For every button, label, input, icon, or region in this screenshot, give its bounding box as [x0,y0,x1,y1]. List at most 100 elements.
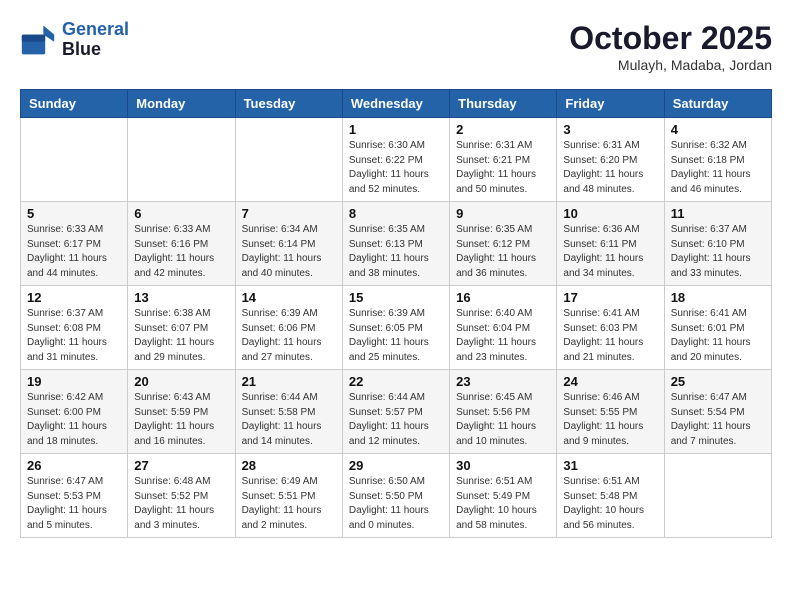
page-header: General Blue October 2025 Mulayh, Madaba… [20,20,772,73]
calendar-cell: 11 Sunrise: 6:37 AM Sunset: 6:10 PM Dayli… [664,202,771,286]
calendar-cell: 3 Sunrise: 6:31 AM Sunset: 6:20 PM Daylig… [557,118,664,202]
day-number: 8 [349,206,443,221]
logo-text: General Blue [62,20,129,60]
day-number: 31 [563,458,657,473]
day-info: Sunrise: 6:41 AM Sunset: 6:01 PM Dayligh… [671,307,765,365]
logo-icon [20,22,56,58]
logo-line1: General [62,19,129,39]
logo: General Blue [20,20,129,60]
day-number: 3 [563,122,657,137]
day-info: Sunrise: 6:31 AM Sunset: 6:20 PM Dayligh… [563,139,657,197]
day-number: 10 [563,206,657,221]
calendar-cell: 13 Sunrise: 6:38 AM Sunset: 6:07 PM Dayli… [128,286,235,370]
day-info: Sunrise: 6:47 AM Sunset: 5:53 PM Dayligh… [27,475,121,533]
day-info: Sunrise: 6:33 AM Sunset: 6:17 PM Dayligh… [27,223,121,281]
day-number: 17 [563,290,657,305]
day-info: Sunrise: 6:51 AM Sunset: 5:49 PM Dayligh… [456,475,550,533]
col-header-sunday: Sunday [21,90,128,118]
day-number: 14 [242,290,336,305]
title-block: October 2025 Mulayh, Madaba, Jordan [569,20,772,73]
calendar-cell: 28Sunrise: 6:49 AM Sunset: 5:51 PM Dayli… [235,454,342,538]
day-info: Sunrise: 6:36 AM Sunset: 6:11 PM Dayligh… [563,223,657,281]
calendar-cell: 23Sunrise: 6:45 AM Sunset: 5:56 PM Dayli… [450,370,557,454]
day-info: Sunrise: 6:32 AM Sunset: 6:18 PM Dayligh… [671,139,765,197]
day-info: Sunrise: 6:44 AM Sunset: 5:58 PM Dayligh… [242,391,336,449]
day-info: Sunrise: 6:42 AM Sunset: 6:00 PM Dayligh… [27,391,121,449]
calendar-week-row: 19 Sunrise: 6:42 AM Sunset: 6:00 PM Dayli… [21,370,772,454]
day-info: Sunrise: 6:40 AM Sunset: 6:04 PM Dayligh… [456,307,550,365]
day-number: 16 [456,290,550,305]
day-number: 25 [671,374,765,389]
calendar-cell: 20 Sunrise: 6:43 AM Sunset: 5:59 PM Dayli… [128,370,235,454]
day-info: Sunrise: 6:35 AM Sunset: 6:12 PM Dayligh… [456,223,550,281]
calendar-cell: 2 Sunrise: 6:31 AM Sunset: 6:21 PM Daylig… [450,118,557,202]
calendar-cell: 6Sunrise: 6:33 AM Sunset: 6:16 PM Daylig… [128,202,235,286]
col-header-wednesday: Wednesday [342,90,449,118]
logo-line2: Blue [62,40,129,60]
day-number: 27 [134,458,228,473]
calendar-cell: 30 Sunrise: 6:51 AM Sunset: 5:49 PM Dayli… [450,454,557,538]
day-number: 20 [134,374,228,389]
calendar-cell [128,118,235,202]
calendar-week-row: 26 Sunrise: 6:47 AM Sunset: 5:53 PM Dayli… [21,454,772,538]
day-info: Sunrise: 6:31 AM Sunset: 6:21 PM Dayligh… [456,139,550,197]
day-info: Sunrise: 6:49 AM Sunset: 5:51 PM Dayligh… [242,475,336,533]
calendar-cell: 8Sunrise: 6:35 AM Sunset: 6:13 PM Daylig… [342,202,449,286]
month-title: October 2025 [569,20,772,57]
calendar-cell: 18 Sunrise: 6:41 AM Sunset: 6:01 PM Dayli… [664,286,771,370]
day-number: 11 [671,206,765,221]
calendar-week-row: 5Sunrise: 6:33 AM Sunset: 6:17 PM Daylig… [21,202,772,286]
day-info: Sunrise: 6:45 AM Sunset: 5:56 PM Dayligh… [456,391,550,449]
day-info: Sunrise: 6:30 AM Sunset: 6:22 PM Dayligh… [349,139,443,197]
day-number: 21 [242,374,336,389]
calendar-cell: 4 Sunrise: 6:32 AM Sunset: 6:18 PM Daylig… [664,118,771,202]
calendar-cell [235,118,342,202]
col-header-monday: Monday [128,90,235,118]
col-header-tuesday: Tuesday [235,90,342,118]
calendar-cell: 14 Sunrise: 6:39 AM Sunset: 6:06 PM Dayli… [235,286,342,370]
calendar-cell: 7Sunrise: 6:34 AM Sunset: 6:14 PM Daylig… [235,202,342,286]
calendar-cell: 24Sunrise: 6:46 AM Sunset: 5:55 PM Dayli… [557,370,664,454]
day-number: 12 [27,290,121,305]
day-number: 15 [349,290,443,305]
day-info: Sunrise: 6:50 AM Sunset: 5:50 PM Dayligh… [349,475,443,533]
day-number: 9 [456,206,550,221]
calendar-cell: 5Sunrise: 6:33 AM Sunset: 6:17 PM Daylig… [21,202,128,286]
calendar-table: SundayMondayTuesdayWednesdayThursdayFrid… [20,89,772,538]
calendar-cell: 9 Sunrise: 6:35 AM Sunset: 6:12 PM Daylig… [450,202,557,286]
day-info: Sunrise: 6:43 AM Sunset: 5:59 PM Dayligh… [134,391,228,449]
day-number: 2 [456,122,550,137]
calendar-cell: 12 Sunrise: 6:37 AM Sunset: 6:08 PM Dayli… [21,286,128,370]
day-info: Sunrise: 6:37 AM Sunset: 6:10 PM Dayligh… [671,223,765,281]
day-number: 30 [456,458,550,473]
calendar-cell: 29Sunrise: 6:50 AM Sunset: 5:50 PM Dayli… [342,454,449,538]
calendar-cell: 15 Sunrise: 6:39 AM Sunset: 6:05 PM Dayli… [342,286,449,370]
location-subtitle: Mulayh, Madaba, Jordan [569,57,772,73]
day-number: 26 [27,458,121,473]
day-info: Sunrise: 6:39 AM Sunset: 6:06 PM Dayligh… [242,307,336,365]
day-info: Sunrise: 6:41 AM Sunset: 6:03 PM Dayligh… [563,307,657,365]
day-info: Sunrise: 6:33 AM Sunset: 6:16 PM Dayligh… [134,223,228,281]
day-info: Sunrise: 6:44 AM Sunset: 5:57 PM Dayligh… [349,391,443,449]
calendar-cell: 22Sunrise: 6:44 AM Sunset: 5:57 PM Dayli… [342,370,449,454]
calendar-cell: 31 Sunrise: 6:51 AM Sunset: 5:48 PM Dayli… [557,454,664,538]
calendar-cell: 21 Sunrise: 6:44 AM Sunset: 5:58 PM Dayli… [235,370,342,454]
day-number: 1 [349,122,443,137]
day-info: Sunrise: 6:38 AM Sunset: 6:07 PM Dayligh… [134,307,228,365]
day-number: 4 [671,122,765,137]
col-header-friday: Friday [557,90,664,118]
day-number: 7 [242,206,336,221]
day-info: Sunrise: 6:39 AM Sunset: 6:05 PM Dayligh… [349,307,443,365]
calendar-cell: 26 Sunrise: 6:47 AM Sunset: 5:53 PM Dayli… [21,454,128,538]
day-number: 19 [27,374,121,389]
day-number: 13 [134,290,228,305]
calendar-cell: 16 Sunrise: 6:40 AM Sunset: 6:04 PM Dayli… [450,286,557,370]
day-number: 18 [671,290,765,305]
day-info: Sunrise: 6:37 AM Sunset: 6:08 PM Dayligh… [27,307,121,365]
day-info: Sunrise: 6:51 AM Sunset: 5:48 PM Dayligh… [563,475,657,533]
calendar-cell: 27Sunrise: 6:48 AM Sunset: 5:52 PM Dayli… [128,454,235,538]
calendar-cell [21,118,128,202]
day-number: 24 [563,374,657,389]
calendar-cell: 1 Sunrise: 6:30 AM Sunset: 6:22 PM Daylig… [342,118,449,202]
calendar-week-row: 12 Sunrise: 6:37 AM Sunset: 6:08 PM Dayli… [21,286,772,370]
